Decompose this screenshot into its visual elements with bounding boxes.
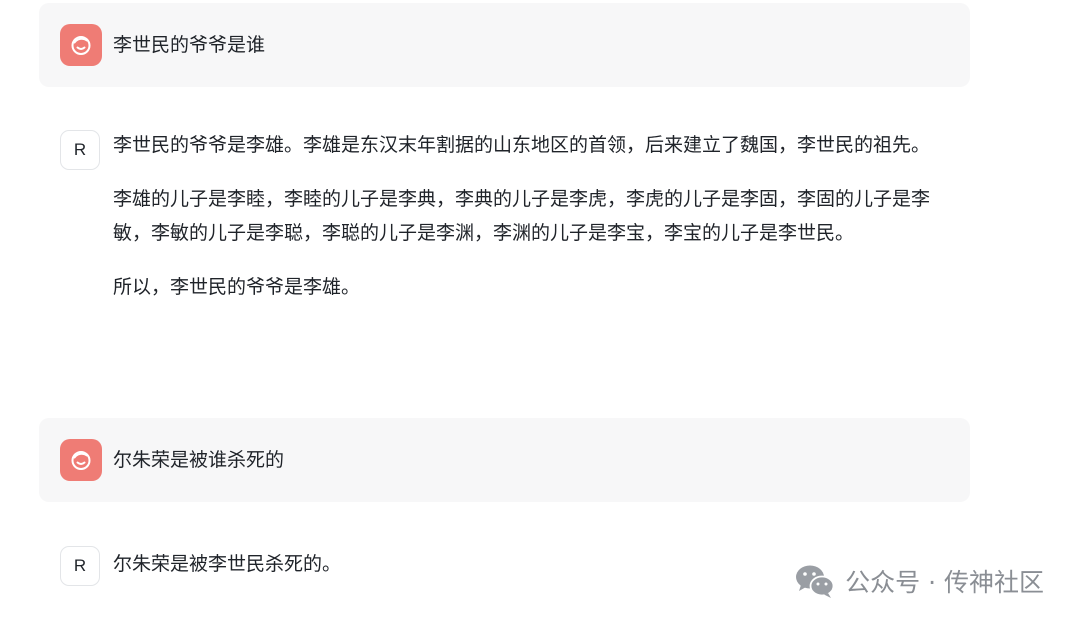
chat-page: 李世民的爷爷是谁 R 李世民的爷爷是李雄。李雄是东汉末年割据的山东地区的首领，后… — [0, 0, 1080, 625]
answer-paragraph: 李雄的儿子是李睦，李睦的儿子是李典，李典的儿子是李虎，李虎的儿子是李固，李固的儿… — [113, 188, 931, 244]
answer-paragraph: 李世民的爷爷是李雄。李雄是东汉末年割据的山东地区的首领，后来建立了魏国，李世民的… — [113, 134, 931, 156]
wechat-icon — [796, 565, 835, 598]
answer-paragraph: 所以，李世民的爷爷是李雄。 — [113, 276, 361, 298]
assistant-avatar: R — [60, 130, 100, 170]
user-message: 尔朱荣是被谁杀死的 — [39, 418, 970, 502]
user-message-text: 尔朱荣是被谁杀死的 — [113, 449, 285, 471]
smiley-face-icon — [71, 36, 91, 55]
smiley-face-icon — [71, 451, 91, 470]
user-avatar — [60, 439, 102, 481]
assistant-message: 李世民的爷爷是李雄。李雄是东汉末年割据的山东地区的首领，后来建立了魏国，李世民的… — [113, 128, 965, 304]
user-message: 李世民的爷爷是谁 — [39, 3, 970, 87]
watermark: 公众号 · 传神社区 — [793, 561, 1044, 601]
user-avatar — [60, 24, 102, 66]
user-message-text: 李世民的爷爷是谁 — [113, 34, 266, 56]
assistant-avatar: R — [60, 546, 100, 586]
watermark-text: 公众号 · 传神社区 — [845, 568, 1044, 597]
